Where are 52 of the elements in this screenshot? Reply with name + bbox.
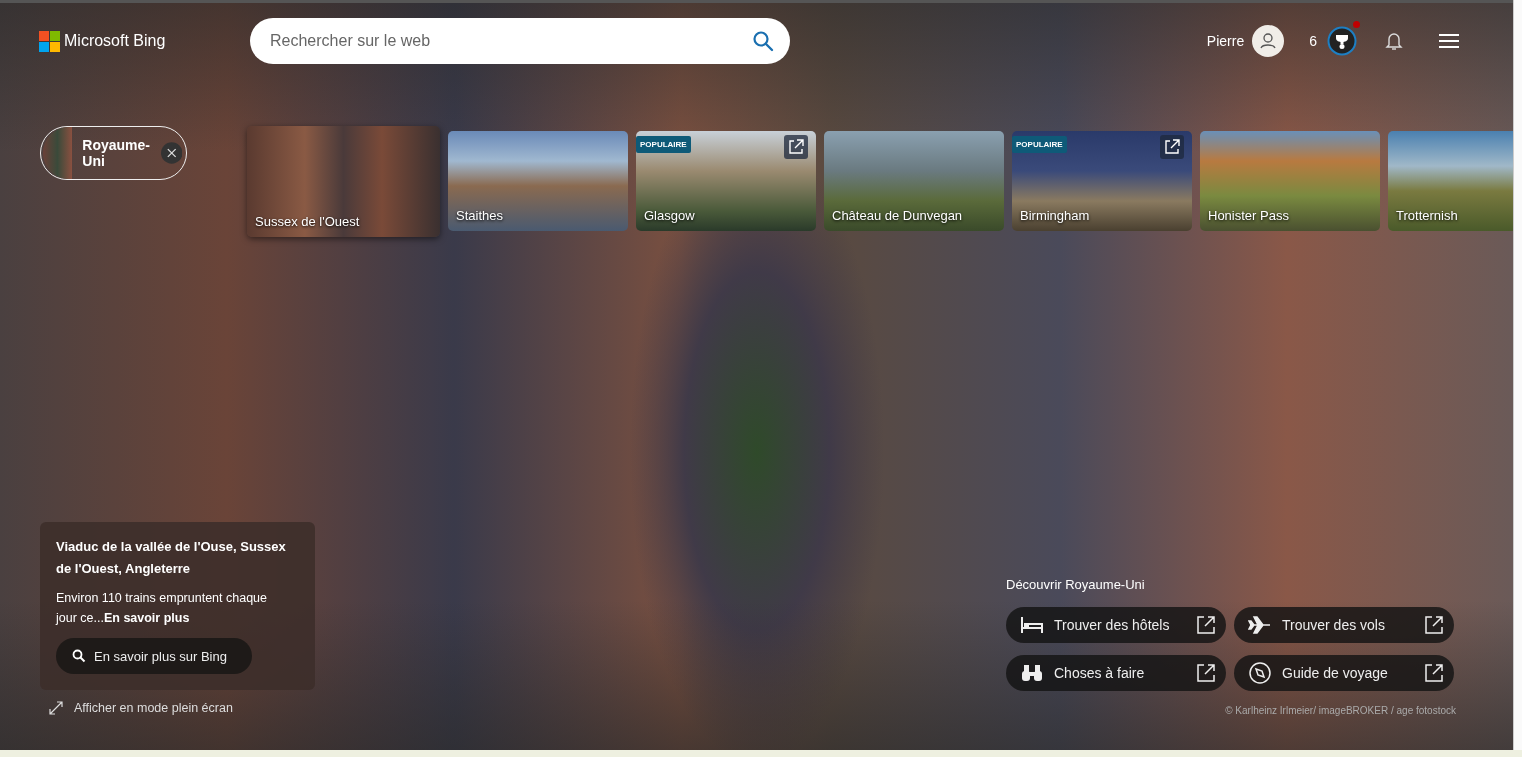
learn-more-button[interactable]: En savoir plus sur Bing: [56, 638, 252, 674]
travel-action-button[interactable]: Guide de voyage: [1234, 655, 1454, 691]
destination-card[interactable]: Sussex de l'Ouest: [247, 126, 440, 237]
avatar-icon[interactable]: [1252, 25, 1285, 57]
popular-badge: POPULAIRE: [1012, 136, 1067, 153]
learn-more-link[interactable]: En savoir plus: [103, 611, 190, 625]
destination-card[interactable]: Staithes: [448, 131, 628, 231]
destination-name: Sussex de l'Ouest: [254, 214, 361, 231]
bed-icon: [1020, 615, 1044, 635]
external-link-icon: [1424, 615, 1444, 635]
search-field[interactable]: Rechercher sur le web: [250, 18, 790, 64]
destination-name: Glasgow: [643, 208, 696, 225]
destination-name: Staithes: [455, 208, 504, 225]
travel-action-button[interactable]: Trouver des hôtels: [1006, 607, 1226, 643]
info-description: Environ 110 trains empruntent chaque jour ce...En savoir plus: [56, 590, 268, 627]
travel-action-button[interactable]: Trouver des vols: [1234, 607, 1454, 643]
user-name[interactable]: Pierre: [1206, 33, 1245, 49]
destination-name: Birmingham: [1019, 208, 1091, 225]
discover-title: Découvrir Royaume-Uni: [1006, 577, 1146, 592]
close-icon[interactable]: [160, 142, 182, 164]
search-icon: [72, 649, 86, 663]
external-link-icon: [1424, 663, 1444, 683]
plane-icon: [1248, 615, 1272, 635]
info-title: Viaduc de la vallée de l'Ouse, Sussex de l'Ouest, Angleterre: [56, 538, 287, 578]
logo-icon: [39, 30, 60, 52]
destination-card[interactable]: Château de Dunvegan: [824, 131, 1004, 231]
menu-icon[interactable]: [1438, 34, 1460, 48]
external-link-icon[interactable]: [784, 135, 808, 159]
destination-card[interactable]: POPULAIRE Birmingham: [1012, 131, 1192, 231]
destination-card[interactable]: POPULAIRE Glasgow: [636, 131, 816, 231]
search-icon[interactable]: [752, 30, 774, 52]
logo-text: Microsoft Bing: [64, 32, 166, 50]
travel-action-button[interactable]: Choses à faire: [1006, 655, 1226, 691]
expand-icon: [48, 700, 64, 716]
external-link-icon[interactable]: [1160, 135, 1184, 159]
external-link-icon: [1196, 615, 1216, 635]
bell-icon[interactable]: [1385, 31, 1403, 51]
popular-badge: POPULAIRE: [636, 136, 691, 153]
compass-icon: [1248, 661, 1272, 685]
destination-name: Château de Dunvegan: [831, 208, 964, 225]
binoculars-icon: [1020, 663, 1044, 683]
destination-card[interactable]: Honister Pass: [1200, 131, 1380, 231]
chip-label: Royaume-Uni: [82, 137, 151, 169]
destination-name: Trotternish: [1395, 208, 1459, 225]
reward-points[interactable]: 6: [1309, 33, 1317, 49]
photo-credit: © Karlheinz Irlmeier/ imageBROKER / age fotostock: [1224, 705, 1456, 716]
scrollbar[interactable]: [1513, 0, 1522, 750]
destination-card[interactable]: Trotternish: [1388, 131, 1514, 231]
destination-name: Honister Pass: [1207, 208, 1290, 225]
fullscreen-link[interactable]: Afficher en mode plein écran: [48, 700, 315, 716]
external-link-icon: [1196, 663, 1216, 683]
trophy-icon[interactable]: [1327, 26, 1357, 56]
